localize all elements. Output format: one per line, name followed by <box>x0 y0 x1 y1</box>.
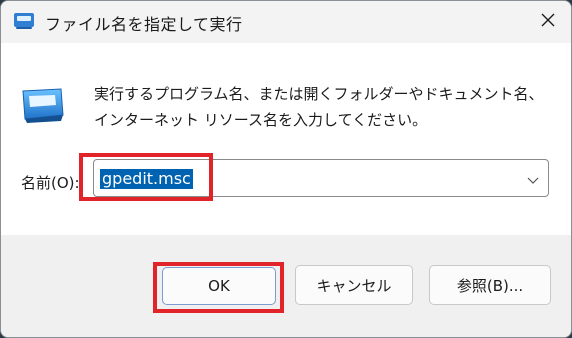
cancel-button[interactable]: キャンセル <box>295 265 413 305</box>
command-input[interactable]: gpedit.msc <box>100 169 193 189</box>
chevron-down-icon[interactable] <box>526 172 540 186</box>
ok-button[interactable]: OK <box>162 267 276 305</box>
run-icon <box>13 12 35 30</box>
title-bar[interactable]: ファイル名を指定して実行 <box>1 1 571 43</box>
close-icon <box>541 12 555 31</box>
run-icon <box>17 85 67 125</box>
close-button[interactable] <box>525 1 571 41</box>
instructions-text: 実行するプログラム名、または開くフォルダーやドキュメント名、インターネット リソ… <box>94 85 544 129</box>
run-dialog: ファイル名を指定して実行 実行するプログラム名、または開くフォルダーやドキュメン… <box>0 0 572 338</box>
browse-button[interactable]: 参照(B)... <box>429 265 551 305</box>
window-title: ファイル名を指定して実行 <box>45 15 243 34</box>
name-label: 名前(O): <box>21 174 80 192</box>
dialog-footer: OK キャンセル 参照(B)... <box>1 235 571 337</box>
dialog-body: 実行するプログラム名、または開くフォルダーやドキュメント名、インターネット リソ… <box>1 43 571 235</box>
command-combobox[interactable]: gpedit.msc <box>93 159 549 197</box>
